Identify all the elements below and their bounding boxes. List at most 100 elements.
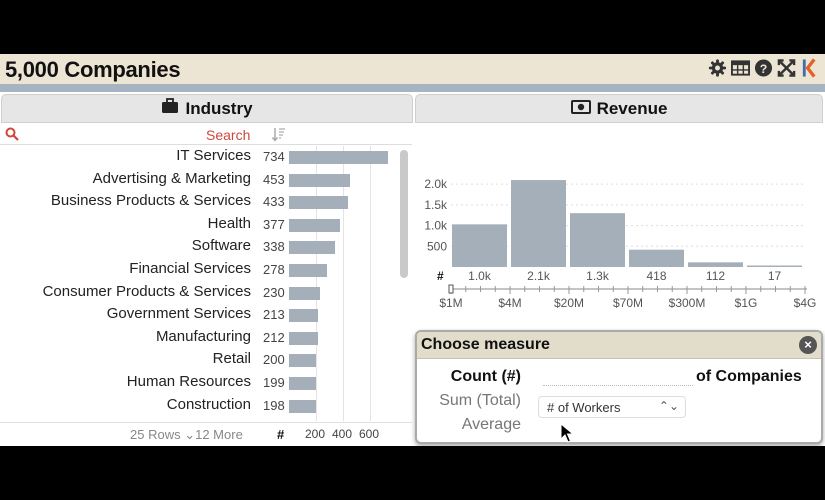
industry-name: Manufacturing: [155, 327, 251, 345]
industry-bar: [289, 309, 318, 323]
briefcase-icon: [161, 98, 179, 119]
x-tick-label: $300M: [669, 296, 706, 310]
toolbar: ?: [708, 58, 819, 78]
chevron-down-icon: ⌄: [184, 427, 196, 442]
app-window: 5,000 Companies ? Industry Search IT Ser…: [0, 54, 825, 446]
field-select[interactable]: # of Workers ⌃⌄: [538, 396, 686, 418]
bar-value-label: 1.3k: [586, 269, 610, 283]
industry-count: 230: [263, 284, 285, 300]
industry-row[interactable]: Construction 198: [0, 394, 395, 416]
scrollbar-thumb[interactable]: [400, 150, 408, 278]
money-icon: [570, 99, 591, 119]
x-tick-label: $4G: [794, 296, 817, 310]
industry-name: Consumer Products & Services: [42, 282, 251, 300]
industry-bar: [289, 173, 351, 187]
industry-bar: [289, 196, 348, 210]
industry-panel-header[interactable]: Industry: [1, 94, 413, 123]
revenue-bar: [511, 180, 566, 267]
industry-row[interactable]: Financial Services 278: [0, 258, 395, 280]
expand-icon[interactable]: [777, 58, 796, 78]
revenue-histogram[interactable]: 500 1.0k 1.5k 2.0k 1.0k 2.1k 1.3k 418 112 17 # $1M $…: [415, 125, 823, 335]
industry-name: Software: [191, 237, 251, 255]
measure-option-average[interactable]: Average: [462, 416, 521, 434]
help-icon[interactable]: ?: [754, 58, 773, 78]
measure-option-sum[interactable]: Sum (Total): [439, 392, 521, 410]
industry-row[interactable]: Consumer Products & Services 230: [0, 281, 395, 303]
bar-value-label: 418: [646, 269, 666, 283]
industry-name: Business Products & Services: [50, 192, 251, 210]
industry-bar: [289, 354, 317, 368]
industry-row[interactable]: Human Resources 199: [0, 371, 395, 393]
revenue-bar: [747, 265, 802, 267]
industry-count: 213: [263, 307, 285, 323]
industry-row[interactable]: Government Services 213: [0, 303, 395, 325]
more-count: 12 More: [195, 427, 243, 442]
rows-more-toggle[interactable]: 25 Rows ⌄12 More: [130, 427, 243, 443]
industry-row[interactable]: IT Services 734: [0, 145, 395, 167]
select-chevron-icon: ⌃⌄: [658, 399, 679, 413]
industry-row[interactable]: Software 338: [0, 235, 395, 257]
industry-row[interactable]: Health 377: [0, 213, 395, 235]
industry-count: 198: [263, 397, 285, 413]
industry-count: 734: [263, 149, 285, 164]
industry-row[interactable]: Business Products & Services 433: [0, 190, 395, 212]
industry-name: Construction: [166, 395, 251, 413]
close-icon[interactable]: ×: [799, 336, 817, 354]
measure-suffix: of Companies: [696, 368, 802, 385]
bar-value-label: 2.1k: [527, 269, 551, 283]
y-tick-label: 2.0k: [424, 177, 448, 191]
industry-name: IT Services: [176, 147, 251, 164]
industry-name: Financial Services: [129, 260, 251, 277]
axis-tick-label: 600: [359, 427, 380, 441]
count-label: #: [437, 269, 444, 283]
y-tick-label: 500: [427, 239, 447, 253]
dialog-title: Choose measure: [421, 336, 550, 353]
revenue-panel-header[interactable]: Revenue: [415, 94, 823, 123]
svg-text:?: ?: [760, 62, 768, 76]
industry-name: Government Services: [106, 305, 251, 323]
industry-bar: [289, 377, 316, 390]
industry-count: 338: [263, 239, 285, 255]
industry-count: 377: [263, 216, 285, 232]
industry-bar: [289, 264, 327, 277]
axis-tick-label: 200: [305, 427, 326, 441]
industry-bar: [289, 286, 321, 300]
bar-value-label: 1.0k: [468, 269, 492, 283]
choose-measure-dialog: Choose measure × Count (#) Sum (Total) A…: [415, 330, 823, 444]
page-title: 5,000 Companies: [5, 57, 181, 82]
industry-bar: [289, 218, 341, 232]
revenue-bar: [570, 213, 625, 267]
industry-title: Industry: [185, 98, 253, 118]
y-tick-label: 1.5k: [424, 198, 448, 212]
measure-toggle[interactable]: #: [277, 427, 284, 442]
dotted-separator: [543, 385, 693, 386]
axis-tick-label: 400: [332, 427, 353, 441]
industry-bar: [289, 399, 316, 413]
measure-option-count[interactable]: Count (#): [451, 368, 521, 386]
range-handle-left: [448, 284, 454, 294]
industry-count: 433: [263, 194, 285, 210]
sort-icon[interactable]: [271, 127, 286, 147]
table-icon[interactable]: [731, 58, 750, 78]
keshif-logo-icon[interactable]: [800, 58, 819, 78]
revenue-bar: [688, 262, 743, 267]
industry-count: 212: [263, 329, 285, 345]
industry-name: Health: [207, 214, 251, 232]
industry-count: 200: [263, 352, 285, 368]
industry-row[interactable]: Advertising & Marketing 453: [0, 168, 395, 190]
industry-name: Human Resources: [126, 373, 251, 390]
x-tick-label: $1G: [735, 296, 758, 310]
industry-count: 199: [263, 375, 285, 390]
app-header: 5,000 Companies ?: [0, 54, 825, 84]
industry-bar: [289, 331, 318, 345]
y-tick-label: 1.0k: [424, 219, 448, 233]
revenue-bar: [452, 224, 507, 267]
gear-icon[interactable]: [708, 58, 727, 78]
search-input[interactable]: Search: [206, 127, 250, 143]
industry-bar: [289, 241, 335, 255]
revenue-chart[interactable]: 500 1.0k 1.5k 2.0k 1.0k 2.1k 1.3k 418 112 17 # $1M $…: [415, 125, 823, 335]
field-select-value: # of Workers: [547, 400, 621, 415]
industry-row[interactable]: Retail 200: [0, 348, 395, 370]
industry-row[interactable]: Manufacturing 212: [0, 326, 395, 348]
search-icon[interactable]: [5, 127, 19, 146]
